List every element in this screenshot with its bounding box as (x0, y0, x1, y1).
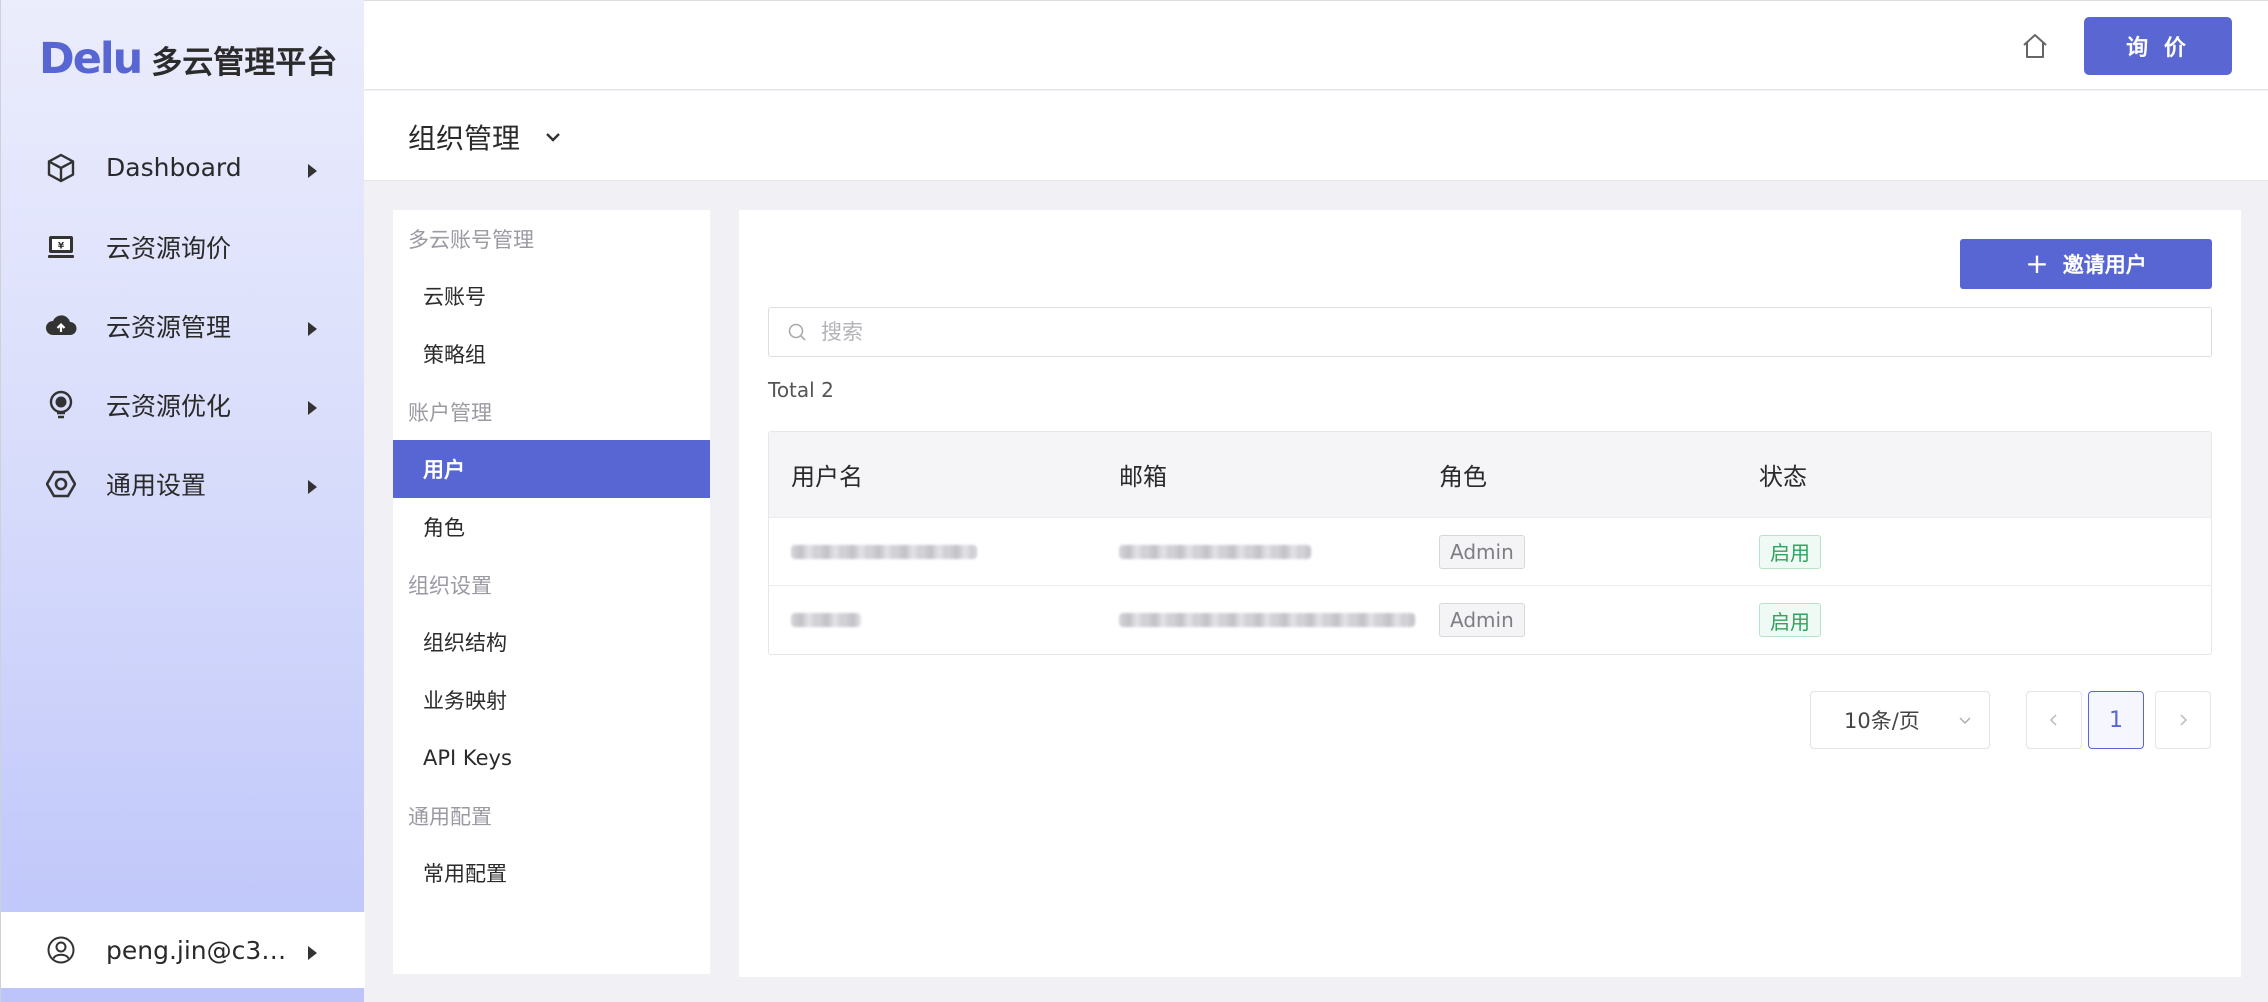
subnav-item-common-config[interactable]: 常用配置 (393, 844, 710, 902)
org-switcher[interactable]: 组织管理 (408, 117, 564, 157)
logo-mark: Delu (39, 34, 143, 84)
sidebar-item-resource-optimization[interactable]: 云资源优化 (1, 365, 365, 444)
subnav-item-business-mapping[interactable]: 业务映射 (393, 671, 710, 729)
caret-right-icon (308, 400, 317, 415)
search-icon (788, 323, 806, 341)
subnav-item-policy-groups[interactable]: 策略组 (393, 325, 710, 383)
caret-right-icon (308, 479, 317, 494)
caret-right-icon (308, 321, 317, 336)
cloud-upload-icon (45, 310, 77, 342)
caret-right-icon (308, 163, 317, 178)
page-header: 组织管理 (364, 91, 2268, 181)
sidebar-item-label: 云资源优化 (106, 391, 232, 421)
email-redacted (1119, 613, 1415, 627)
column-header-email: 邮箱 (1119, 463, 1167, 491)
top-header: 询 价 (364, 0, 2268, 90)
invite-user-button[interactable]: + 邀请用户 (1960, 239, 2212, 289)
home-icon[interactable] (2020, 31, 2050, 61)
total-count: Total 2 (768, 378, 834, 402)
sidebar-nav: Dashboard ¥ 云资源询价 云资源管理 云资源优化 通用设置 (1, 128, 365, 523)
page-size-value: 10条/页 (1844, 709, 1920, 733)
pagination-page-1[interactable]: 1 (2088, 691, 2144, 749)
status-badge: 启用 (1759, 534, 1821, 569)
column-header-status: 状态 (1759, 463, 1807, 491)
logo-text: 多云管理平台 (151, 45, 338, 81)
sidebar-item-dashboard[interactable]: Dashboard (1, 128, 365, 207)
role-badge: Admin (1439, 534, 1525, 569)
table-row[interactable]: Admin 启用 (769, 518, 2211, 586)
chevron-left-icon (2049, 714, 2057, 726)
page-title: 组织管理 (408, 122, 521, 155)
status-badge: 启用 (1759, 603, 1821, 637)
subnav-item-api-keys[interactable]: API Keys (393, 729, 710, 787)
settings-subnav: 多云账号管理 云账号 策略组 账户管理 用户 角色 组织设置 组织结构 业务映射… (393, 210, 710, 974)
page-size-select[interactable]: 10条/页 (1810, 691, 1990, 749)
subnav-group-title: 账户管理 (408, 400, 492, 425)
user-email-label: peng.jin@c3… (106, 935, 287, 965)
sidebar-item-label: 通用设置 (106, 470, 207, 500)
svg-text:¥: ¥ (58, 241, 65, 251)
sidebar-item-label: Dashboard (106, 153, 242, 182)
subnav-item-roles[interactable]: 角色 (393, 498, 710, 556)
subnav-group-title: 组织设置 (408, 573, 492, 598)
cube-icon (45, 152, 77, 184)
subnav-item-users[interactable]: 用户 (393, 440, 710, 498)
column-header-role: 角色 (1439, 463, 1487, 491)
app-root: Delu 多云管理平台 Dashboard ¥ 云资源询价 云资源管理 云资源优… (0, 0, 2268, 1002)
sidebar-item-label: 云资源管理 (106, 312, 232, 342)
email-redacted (1119, 544, 1311, 559)
users-panel: + 邀请用户 Total 2 用户名 邮箱 角色 状态 Admin 启用 (739, 210, 2241, 977)
user-circle-icon (45, 934, 77, 966)
search-box (768, 307, 2212, 357)
table-row[interactable]: Admin 启用 (769, 586, 2211, 654)
chevron-down-icon (546, 133, 560, 142)
sidebar-item-label: 云资源询价 (106, 233, 232, 263)
user-account-menu[interactable]: peng.jin@c3… (1, 912, 365, 988)
bulb-icon (45, 389, 77, 421)
sidebar-item-price-inquiry[interactable]: ¥ 云资源询价 (1, 207, 365, 286)
subnav-item-cloud-accounts[interactable]: 云账号 (393, 267, 710, 325)
username-redacted (791, 544, 977, 559)
chevron-down-icon (1959, 717, 1971, 724)
invite-user-label: 邀请用户 (2062, 253, 2147, 277)
users-table: 用户名 邮箱 角色 状态 Admin 启用 Admin 启用 (768, 431, 2212, 655)
chevron-right-icon (2180, 714, 2188, 726)
role-badge: Admin (1439, 603, 1525, 637)
settings-hex-icon (45, 468, 77, 500)
column-header-username: 用户名 (791, 463, 863, 491)
caret-right-icon (308, 946, 317, 960)
subnav-item-org-structure[interactable]: 组织结构 (393, 613, 710, 671)
table-header: 用户名 邮箱 角色 状态 (769, 432, 2211, 518)
username-redacted (791, 613, 861, 627)
inquiry-button[interactable]: 询 价 (2084, 17, 2232, 75)
sidebar-item-resource-management[interactable]: 云资源管理 (1, 286, 365, 365)
pagination-prev-button[interactable] (2026, 691, 2082, 749)
search-input[interactable] (821, 320, 2121, 344)
plus-icon: + (2025, 247, 2049, 280)
pagination-next-button[interactable] (2155, 691, 2211, 749)
logo[interactable]: Delu 多云管理平台 (39, 34, 337, 84)
sidebar-item-general-settings[interactable]: 通用设置 (1, 444, 365, 523)
sidebar: Delu 多云管理平台 Dashboard ¥ 云资源询价 云资源管理 云资源优… (0, 0, 365, 1002)
monitor-price-icon: ¥ (45, 231, 77, 263)
subnav-group-title: 多云账号管理 (408, 227, 534, 252)
subnav-group-title: 通用配置 (408, 804, 492, 829)
